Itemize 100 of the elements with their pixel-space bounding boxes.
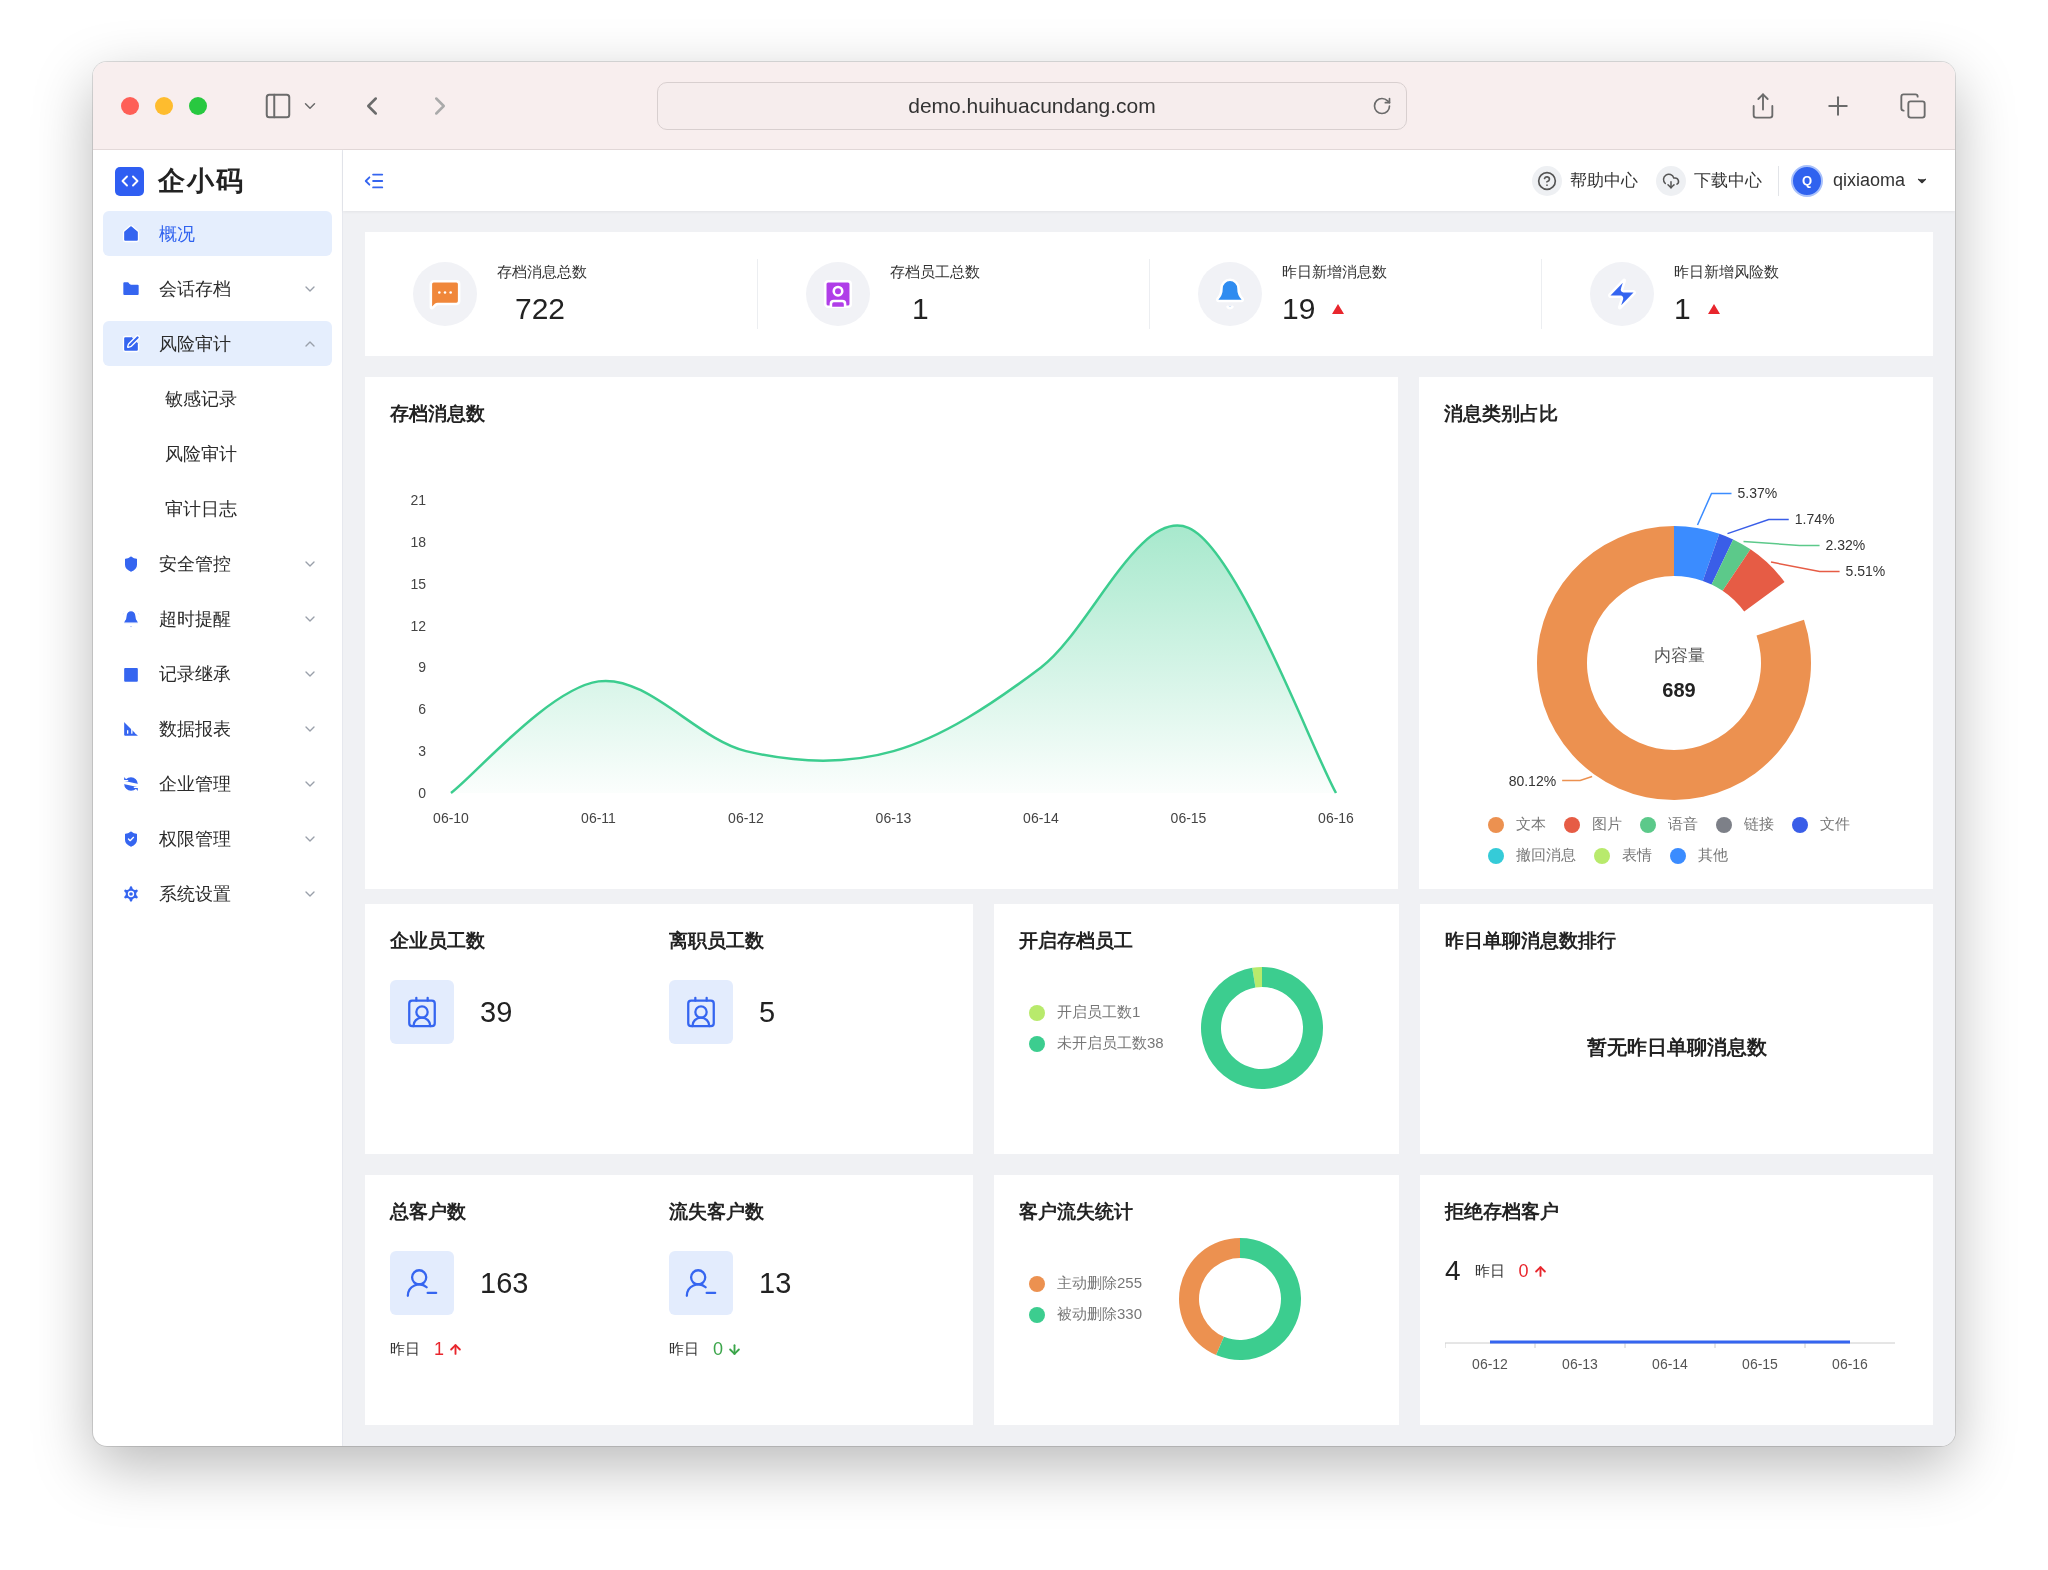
yesterday-label: 昨日 <box>1474 1261 1505 1281</box>
legend-label: 开启员工数1 <box>1057 1003 1141 1022</box>
legend-label: 表情 <box>1622 846 1652 865</box>
percent-label: 1.74% <box>1794 511 1835 528</box>
reload-icon[interactable] <box>1372 95 1392 116</box>
axis-label: 06-15 <box>1742 1356 1778 1372</box>
percent-label: 2.32% <box>1825 537 1866 554</box>
axis-label: 21 <box>410 492 426 508</box>
stat-value: 1 <box>911 291 929 326</box>
axis-label: 06-11 <box>581 810 616 826</box>
nav-subitem[interactable]: 风险审计 <box>103 431 332 476</box>
axis-label: 06-13 <box>875 810 912 826</box>
avatar: Q <box>1790 164 1823 197</box>
nav-item[interactable]: 概况 <box>103 211 332 256</box>
shield-icon <box>121 553 141 574</box>
legend-label: 其他 <box>1698 846 1728 865</box>
window-close-button[interactable] <box>121 96 139 115</box>
card-title: 消息类别占比 <box>1444 402 1559 426</box>
axis-label: 0 <box>418 785 426 801</box>
stat-value: 19 <box>1282 291 1316 326</box>
legend-label: 文本 <box>1516 815 1546 834</box>
legend-label: 链接 <box>1744 815 1774 834</box>
home-icon <box>121 223 141 244</box>
axis-label: 12 <box>410 617 426 634</box>
bell-icon <box>121 608 141 629</box>
axis-label: 06-14 <box>1023 810 1059 826</box>
nav-item[interactable]: 会话存档 <box>103 266 332 311</box>
axis-label: 06-10 <box>433 810 469 826</box>
settings-icon <box>121 883 141 904</box>
help-icon <box>1531 165 1562 196</box>
logo-text: 企小码 <box>158 165 245 198</box>
shield-check-icon <box>121 828 141 849</box>
card-title: 拒绝存档客户 <box>1445 1200 1560 1224</box>
card-title: 昨日单聊消息数排行 <box>1445 929 1617 953</box>
yesterday-value: 0 <box>1518 1260 1529 1282</box>
yesterday-label: 昨日 <box>390 1340 420 1359</box>
nav-item[interactable]: 安全管控 <box>103 541 332 586</box>
yesterday-value: 1 <box>434 1339 444 1360</box>
axis-label: 06-16 <box>1832 1356 1868 1372</box>
nav-subitem[interactable]: 敏感记录 <box>103 376 332 421</box>
stat-value: 4 <box>1445 1255 1461 1287</box>
nav-item[interactable]: 企业管理 <box>103 761 332 806</box>
card-title: 离职员工数 <box>669 929 765 953</box>
empty-message: 暂无昨日单聊消息数 <box>1586 1035 1767 1060</box>
download-link[interactable]: 下载中心 <box>1655 165 1762 196</box>
cloud-download-icon <box>1655 165 1686 196</box>
nav-item[interactable]: 数据报表 <box>103 706 332 751</box>
axis-label: 06-16 <box>1318 810 1354 826</box>
url-text: demo.huihuacundang.com <box>908 93 1156 118</box>
axis-label: 6 <box>418 701 426 718</box>
leader-line <box>1561 775 1593 782</box>
user-menu[interactable]: Q qixiaoma <box>1790 164 1929 197</box>
address-bar[interactable]: demo.huihuacundang.com <box>657 81 1407 130</box>
axis-label: 18 <box>410 533 426 550</box>
yesterday-label: 昨日 <box>669 1340 699 1359</box>
stat-label: 存档消息总数 <box>497 262 587 282</box>
axis-label: 06-12 <box>1472 1356 1508 1372</box>
axis-label: 9 <box>418 659 426 676</box>
axis-label: 3 <box>418 743 426 760</box>
nav-subitem[interactable]: 审计日志 <box>103 486 332 531</box>
stat-value: 13 <box>759 1266 792 1300</box>
nav-item[interactable]: 风险审计 <box>103 321 332 366</box>
logo-icon <box>115 166 144 196</box>
card-title: 总客户数 <box>390 1200 467 1224</box>
help-link[interactable]: 帮助中心 <box>1531 165 1638 196</box>
nav-item[interactable]: 记录继承 <box>103 651 332 696</box>
axis-label: 06-14 <box>1652 1356 1688 1372</box>
card-title: 流失客户数 <box>669 1200 765 1224</box>
tabs-overview-icon[interactable] <box>1899 91 1927 120</box>
axis-label: 06-13 <box>1562 1356 1598 1372</box>
percent-label: 5.37% <box>1737 485 1778 502</box>
user-minus-icon <box>390 1251 454 1315</box>
legend-label: 撤回消息 <box>1516 846 1576 865</box>
axis-label: 06-12 <box>728 810 764 826</box>
stat-label: 昨日新增消息数 <box>1282 262 1387 282</box>
card-title: 开启存档员工 <box>1019 929 1134 953</box>
stat-label: 存档员工总数 <box>890 262 980 282</box>
legend-label: 主动删除255 <box>1057 1274 1143 1293</box>
legend-label: 未开启员工数38 <box>1057 1034 1164 1053</box>
card-title: 客户流失统计 <box>1019 1200 1134 1224</box>
percent-label: 5.51% <box>1845 563 1886 580</box>
yesterday-value: 0 <box>713 1339 723 1360</box>
stat-value: 5 <box>759 995 776 1029</box>
stat-label: 昨日新增风险数 <box>1674 262 1779 282</box>
stat-value: 39 <box>480 995 513 1029</box>
nav-item[interactable]: 系统设置 <box>103 871 332 916</box>
nav-item[interactable]: 超时提醒 <box>103 596 332 641</box>
stat-value: 722 <box>514 291 566 326</box>
axis-label: 15 <box>410 575 426 592</box>
edit-icon <box>121 333 141 354</box>
user-minus-icon <box>669 1251 733 1315</box>
legend-label: 语音 <box>1668 815 1698 834</box>
nav-item[interactable]: 权限管理 <box>103 816 332 861</box>
card-title: 企业员工数 <box>390 929 486 953</box>
center-value: 689 <box>1662 679 1696 701</box>
legend-label: 图片 <box>1592 815 1622 834</box>
stat-value: 1 <box>1674 291 1691 326</box>
legend-label: 被动删除330 <box>1057 1305 1143 1324</box>
percent-label: 80.12% <box>1508 772 1557 789</box>
stat-value: 163 <box>480 1266 529 1300</box>
